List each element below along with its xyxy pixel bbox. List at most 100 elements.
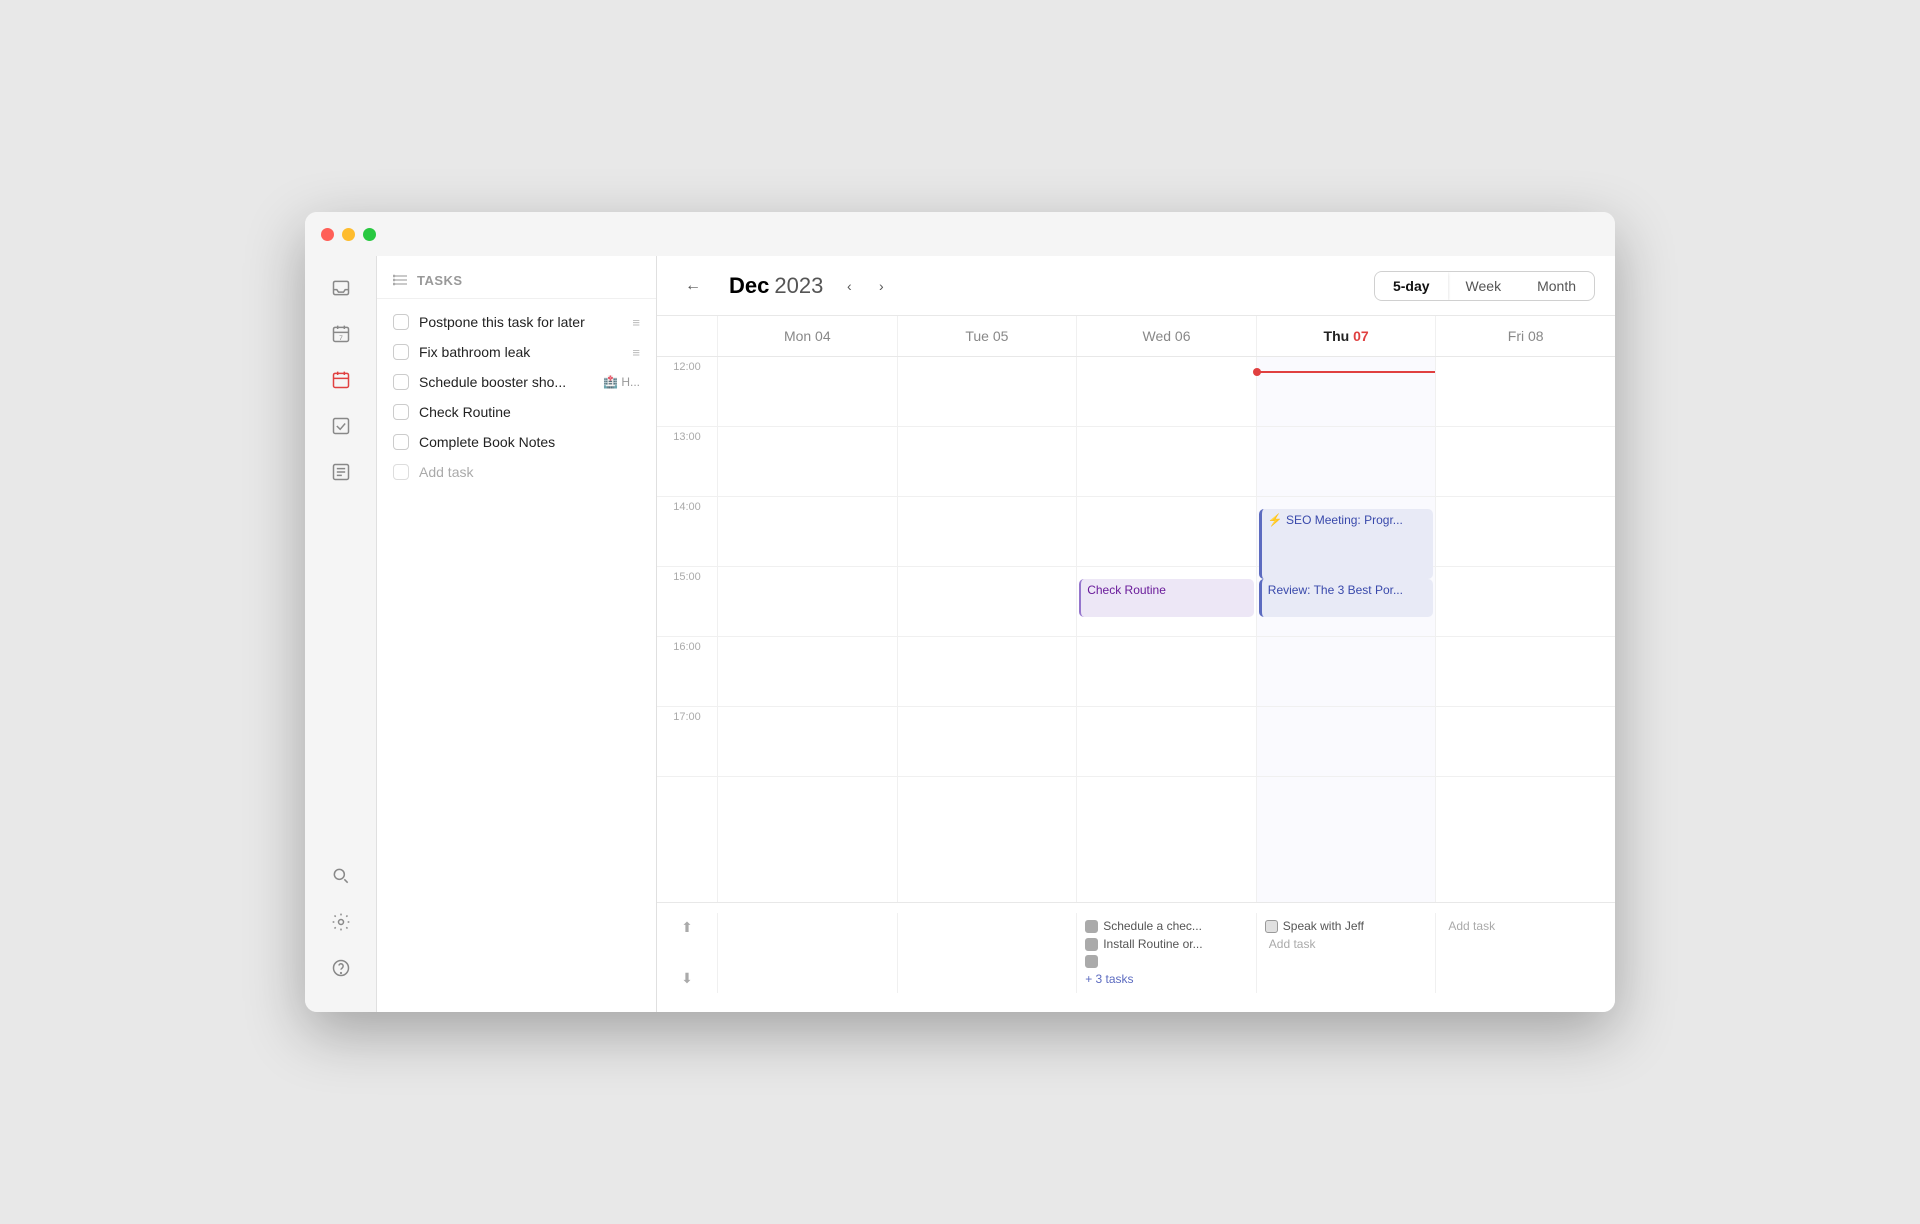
tasks-label: TASKS (417, 273, 463, 288)
day-col-header-2: Wed 06 (1076, 316, 1256, 356)
task-label-1: Fix bathroom leak (419, 344, 622, 360)
current-time-line (1257, 371, 1436, 373)
hour-1200-fri (1436, 357, 1615, 427)
icon-rail: 7 (305, 256, 377, 1012)
add-task-button[interactable]: Add task (377, 457, 656, 487)
bottom-task-wed-1[interactable]: Install Routine or... (1085, 937, 1248, 951)
hour-1500-tue (898, 567, 1077, 637)
scroll-down-icon[interactable]: ⬇ (681, 970, 693, 987)
hour-1600-mon (718, 637, 897, 707)
task-item-0[interactable]: Postpone this task for later ≡ (377, 307, 656, 337)
task-item-1[interactable]: Fix bathroom leak ≡ (377, 337, 656, 367)
bottom-check-wed-2[interactable] (1085, 955, 1098, 968)
prev-button[interactable]: ‹ (835, 272, 863, 300)
bottom-tasks: ⬆ ⬇ Schedule a chec... (657, 902, 1615, 1012)
bottom-task-label-wed-0: Schedule a chec... (1103, 919, 1202, 933)
next-button[interactable]: › (867, 272, 895, 300)
scroll-up-icon[interactable]: ⬆ (681, 919, 693, 936)
nav-search[interactable] (321, 856, 361, 896)
day-col-header-1: Tue 05 (897, 316, 1077, 356)
day-label-3: Thu 07 (1324, 328, 1369, 344)
day-col-thu: ⚡ SEO Meeting: Progr... Review: The 3 Be… (1256, 357, 1436, 902)
task-menu-0[interactable]: ≡ (632, 315, 640, 330)
nav-notes[interactable] (321, 452, 361, 492)
nav-calendar-small[interactable]: 7 (321, 314, 361, 354)
more-tasks-wed[interactable]: + 3 tasks (1085, 972, 1248, 986)
tasks-icon (393, 272, 409, 288)
bottom-task-wed-0[interactable]: Schedule a chec... (1085, 919, 1248, 933)
bottom-check-wed-0[interactable] (1085, 920, 1098, 933)
view-5day[interactable]: 5-day (1375, 272, 1448, 300)
bottom-task-thu-0[interactable]: Speak with Jeff (1265, 919, 1428, 933)
bottom-check-wed-1[interactable] (1085, 938, 1098, 951)
add-task-label: Add task (419, 464, 473, 480)
hour-1300-mon (718, 427, 897, 497)
hour-1200-wed (1077, 357, 1256, 427)
calendar-grid: 12:00 13:00 14:00 15:00 16:00 17:00 (657, 357, 1615, 902)
current-time-dot (1253, 368, 1261, 376)
add-task-fri[interactable]: Add task (1444, 919, 1607, 933)
task-checkbox-1[interactable] (393, 344, 409, 360)
task-checkbox-2[interactable] (393, 374, 409, 390)
hour-1400-mon (718, 497, 897, 567)
scroll-controls: ⬆ ⬇ (657, 913, 717, 993)
day-col-header-4: Fri 08 (1435, 316, 1615, 356)
task-item-2[interactable]: Schedule booster sho... 🏥 H... (377, 367, 656, 397)
event-check-routine[interactable]: Check Routine (1079, 579, 1254, 617)
bottom-col-thu: Speak with Jeff Add task (1256, 913, 1436, 993)
task-label-0: Postpone this task for later (419, 314, 622, 330)
icon-rail-bottom (321, 856, 361, 1000)
hour-1600-tue (898, 637, 1077, 707)
hour-1500-mon (718, 567, 897, 637)
add-task-thu-label: Add task (1269, 937, 1316, 951)
nav-calendar-active[interactable] (321, 360, 361, 400)
traffic-lights (321, 228, 376, 241)
event-seo[interactable]: ⚡ SEO Meeting: Progr... (1259, 509, 1434, 579)
nav-help[interactable] (321, 948, 361, 988)
task-list: Postpone this task for later ≡ Fix bathr… (377, 299, 656, 1012)
event-seo-label: ⚡ SEO Meeting: Progr... (1268, 513, 1403, 527)
task-checkbox-0[interactable] (393, 314, 409, 330)
event-check-routine-label: Check Routine (1087, 583, 1166, 597)
bottom-check-thu-0[interactable] (1265, 920, 1278, 933)
hour-1700-fri (1436, 707, 1615, 777)
app-window: 7 (305, 212, 1615, 1012)
time-label-1600: 16:00 (657, 637, 717, 707)
task-item-3[interactable]: Check Routine (377, 397, 656, 427)
task-item-4[interactable]: Complete Book Notes (377, 427, 656, 457)
nav-check[interactable] (321, 406, 361, 446)
hour-1400-fri (1436, 497, 1615, 567)
close-button[interactable] (321, 228, 334, 241)
hour-1300-wed (1077, 427, 1256, 497)
task-checkbox-3[interactable] (393, 404, 409, 420)
back-button[interactable]: ← (677, 270, 709, 302)
titlebar (305, 212, 1615, 256)
svg-text:7: 7 (339, 335, 343, 342)
task-checkbox-4[interactable] (393, 434, 409, 450)
add-task-thu[interactable]: Add task (1265, 937, 1428, 951)
nav-settings[interactable] (321, 902, 361, 942)
bottom-col-wed: Schedule a chec... Install Routine or...… (1076, 913, 1256, 993)
event-review[interactable]: Review: The 3 Best Por... (1259, 579, 1434, 617)
day-label-4: Fri 08 (1508, 328, 1544, 344)
hour-1600-thu (1257, 637, 1436, 707)
month-label: Dec (729, 273, 769, 299)
nav-inbox[interactable] (321, 268, 361, 308)
calendar-area: ← Dec 2023 ‹ › 5-day Week Month Mon 04 (657, 256, 1615, 1012)
day-col-header-3: Thu 07 (1256, 316, 1436, 356)
day-col-wed: Check Routine (1076, 357, 1256, 902)
view-week[interactable]: Week (1448, 272, 1520, 300)
view-month[interactable]: Month (1519, 272, 1594, 300)
day-col-tue (897, 357, 1077, 902)
bottom-task-wed-2[interactable] (1085, 955, 1248, 968)
day-col-mon (717, 357, 897, 902)
add-task-checkbox (393, 464, 409, 480)
task-label-2: Schedule booster sho... (419, 374, 593, 390)
maximize-button[interactable] (363, 228, 376, 241)
minimize-button[interactable] (342, 228, 355, 241)
calendar-header: ← Dec 2023 ‹ › 5-day Week Month (657, 256, 1615, 316)
bottom-day-row: ⬆ ⬇ Schedule a chec... (657, 913, 1615, 993)
task-menu-1[interactable]: ≡ (632, 345, 640, 360)
year-label: 2023 (774, 273, 823, 299)
nav-arrows: ‹ › (835, 272, 895, 300)
